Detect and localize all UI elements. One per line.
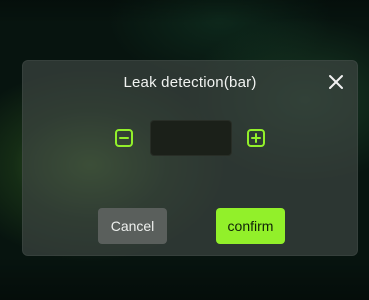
bottom-fade xyxy=(0,256,369,300)
plus-square-icon[interactable] xyxy=(246,128,266,148)
close-icon[interactable] xyxy=(326,72,346,92)
top-band xyxy=(0,0,369,24)
cancel-button[interactable]: Cancel xyxy=(98,208,167,244)
minus-square-icon[interactable] xyxy=(114,128,134,148)
screen-background: Leak detection(bar) Cancel confirm xyxy=(0,0,369,300)
dialog-title: Leak detection(bar) xyxy=(123,74,257,91)
leak-value-input[interactable] xyxy=(150,120,232,156)
leak-detection-dialog: Leak detection(bar) Cancel confirm xyxy=(22,60,358,256)
confirm-button[interactable]: confirm xyxy=(216,208,285,244)
value-stepper xyxy=(114,120,274,156)
